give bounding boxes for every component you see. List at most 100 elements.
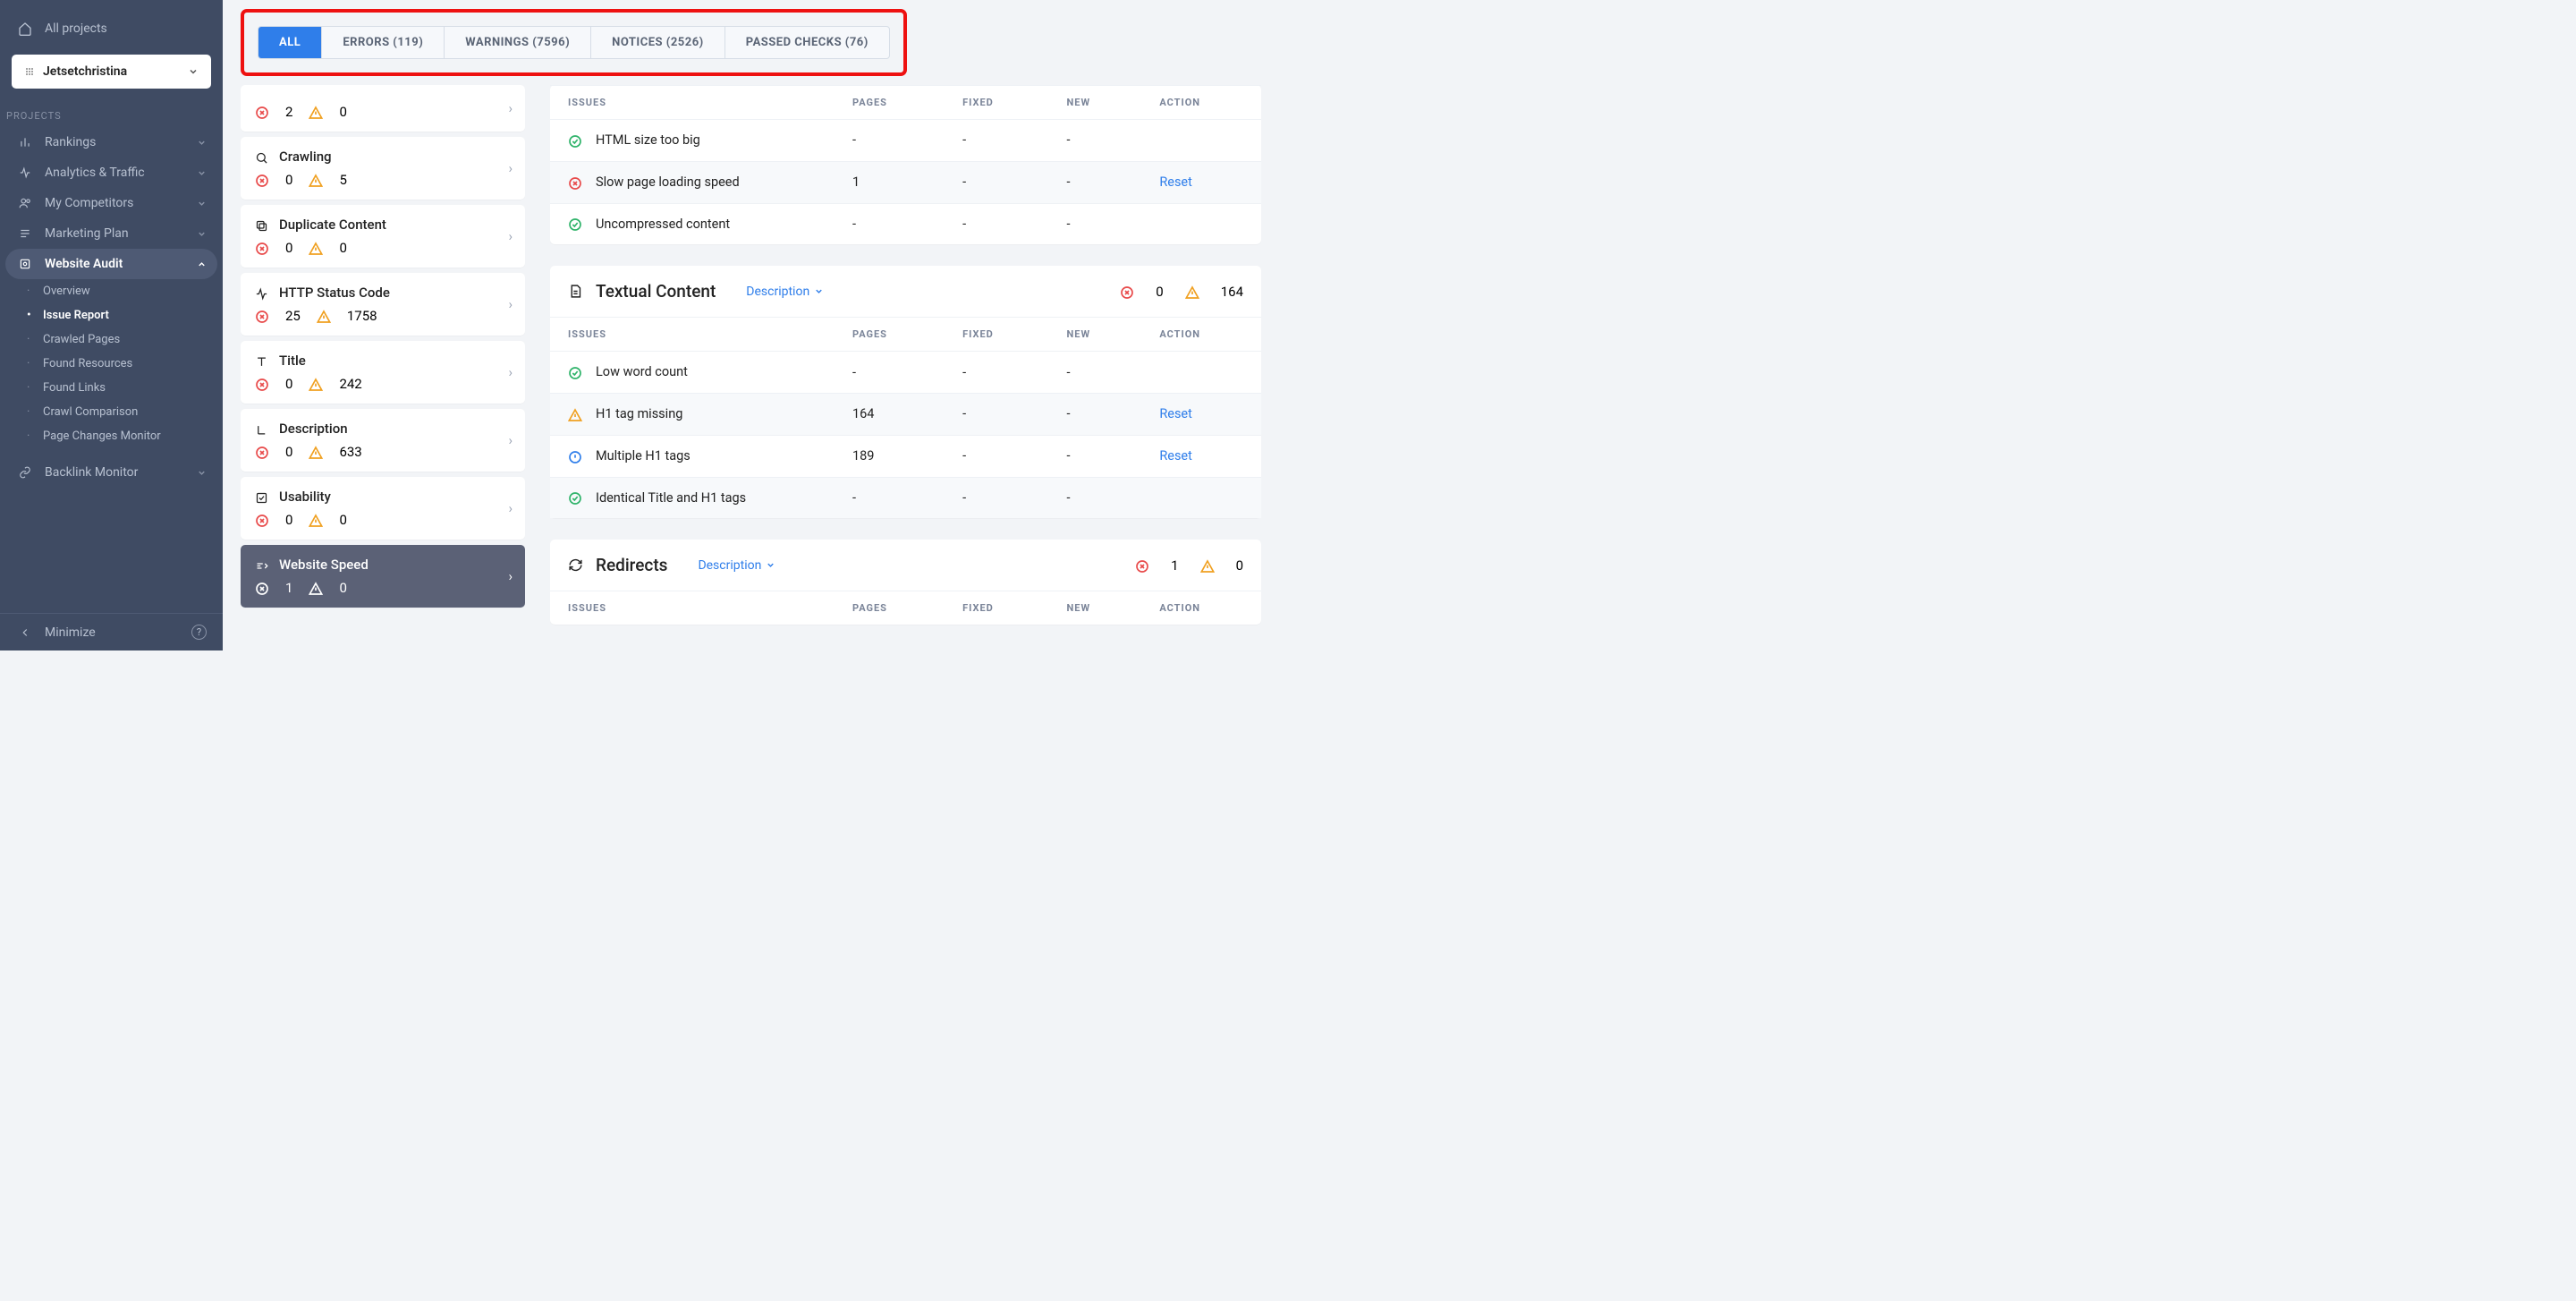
reset-link[interactable]: Reset	[1159, 174, 1192, 190]
category-title: Description	[279, 421, 348, 437]
category-icon	[255, 149, 268, 165]
subnav-crawled-pages[interactable]: Crawled Pages	[0, 327, 223, 352]
category-card[interactable]: Duplicate Content 0 0 ›	[241, 205, 525, 268]
sidebar-label: Marketing Plan	[45, 226, 129, 241]
sidebar-item-marketing[interactable]: Marketing Plan	[0, 218, 223, 249]
error-icon	[255, 444, 269, 460]
error-icon	[255, 512, 269, 528]
issues-table: ISSUES PAGES FIXED NEW ACTION Low word c…	[550, 317, 1261, 518]
tab-warnings[interactable]: WARNINGS (7596)	[445, 27, 591, 58]
warning-count: 0	[339, 512, 346, 528]
help-icon[interactable]: ?	[191, 625, 207, 640]
warning-count: 0	[339, 104, 346, 120]
minimize-label: Minimize	[45, 625, 96, 640]
category-card[interactable]: Usability 0 0 ›	[241, 477, 525, 540]
warning-icon	[309, 444, 323, 460]
subnav-issue-report[interactable]: Issue Report	[0, 303, 223, 327]
pulse-icon	[16, 166, 34, 179]
pages-cell: 189	[835, 435, 945, 477]
warning-icon	[309, 104, 323, 120]
warning-count: 5	[339, 172, 346, 188]
new-cell: -	[1049, 352, 1142, 394]
issue-name: HTML size too big	[596, 132, 700, 148]
col-fixed: FIXED	[945, 591, 1048, 625]
chevron-right-icon: ›	[508, 160, 513, 176]
subnav-found-links[interactable]: Found Links	[0, 376, 223, 400]
category-title: Crawling	[279, 149, 332, 165]
category-icon	[255, 353, 268, 369]
sidebar-item-rankings[interactable]: Rankings	[0, 127, 223, 157]
issue-name: Multiple H1 tags	[596, 448, 691, 463]
col-pages: PAGES	[835, 318, 945, 352]
fixed-cell: -	[945, 394, 1048, 436]
category-icon	[255, 421, 268, 437]
category-card[interactable]: Website Speed 1 0 ›	[241, 545, 525, 608]
subnav-found-resources[interactable]: Found Resources	[0, 352, 223, 376]
reset-link[interactable]: Reset	[1159, 448, 1192, 463]
pages-cell: -	[835, 203, 945, 244]
error-icon	[255, 308, 269, 324]
status-icon	[568, 133, 583, 149]
category-card[interactable]: 2 0 ›	[241, 85, 525, 132]
chevron-down-icon	[197, 166, 207, 180]
col-new: NEW	[1049, 86, 1142, 120]
col-fixed: FIXED	[945, 318, 1048, 352]
category-title: HTTP Status Code	[279, 285, 390, 301]
error-count: 0	[285, 512, 292, 528]
category-card[interactable]: HTTP Status Code 25 1758 ›	[241, 273, 525, 336]
col-issues: ISSUES	[550, 591, 835, 625]
fixed-cell: -	[945, 477, 1048, 518]
chevron-down-icon	[197, 226, 207, 241]
status-icon	[568, 174, 583, 190]
warning-icon	[309, 240, 323, 256]
sub-label: Overview	[43, 285, 90, 298]
warning-count: 0	[339, 240, 346, 256]
issue-row: Multiple H1 tags 189 - - Reset	[550, 435, 1261, 477]
project-picker[interactable]: Jetsetchristina	[12, 55, 211, 89]
sidebar-label: Website Audit	[45, 257, 123, 271]
error-count: 0	[285, 240, 292, 256]
grip-icon	[24, 64, 35, 79]
sidebar-item-backlink[interactable]: Backlink Monitor	[0, 457, 223, 488]
error-count: 0	[285, 172, 292, 188]
category-card[interactable]: Crawling 0 5 ›	[241, 137, 525, 200]
category-card[interactable]: Title 0 242 ›	[241, 341, 525, 404]
tab-passed[interactable]: PASSED CHECKS (76)	[725, 27, 889, 58]
subnav-page-changes[interactable]: Page Changes Monitor	[0, 424, 223, 448]
tab-notices[interactable]: NOTICES (2526)	[591, 27, 725, 58]
issue-name: Low word count	[596, 364, 688, 379]
panel-error-count: 1	[1171, 557, 1178, 574]
subnav-overview[interactable]: Overview	[0, 279, 223, 303]
col-fixed: FIXED	[945, 86, 1048, 120]
minimize-button[interactable]: Minimize ?	[0, 613, 223, 650]
issue-name: Identical Title and H1 tags	[596, 490, 746, 506]
link-icon	[16, 466, 34, 479]
filter-tabs: ALL ERRORS (119) WARNINGS (7596) NOTICES…	[258, 26, 890, 59]
chevron-down-icon	[188, 64, 199, 79]
category-card[interactable]: Description 0 633 ›	[241, 409, 525, 472]
sidebar-label: Rankings	[45, 135, 96, 149]
description-dropdown[interactable]: Description	[746, 285, 824, 299]
tab-errors[interactable]: ERRORS (119)	[322, 27, 445, 58]
tab-all[interactable]: ALL	[258, 27, 322, 58]
sidebar-item-analytics[interactable]: Analytics & Traffic	[0, 157, 223, 188]
sub-label: Issue Report	[43, 309, 109, 322]
all-projects-link[interactable]: All projects	[0, 13, 223, 44]
sidebar-label: My Competitors	[45, 196, 133, 210]
sidebar-item-competitors[interactable]: My Competitors	[0, 188, 223, 218]
warning-icon	[309, 172, 323, 188]
chevron-down-icon	[197, 135, 207, 149]
error-icon	[255, 172, 269, 188]
pages-cell: -	[835, 120, 945, 162]
panel-icon	[568, 557, 583, 573]
warning-icon	[309, 376, 323, 392]
description-dropdown[interactable]: Description	[698, 558, 775, 573]
chevron-right-icon: ›	[508, 296, 513, 312]
chevron-right-icon: ›	[508, 228, 513, 244]
sidebar-item-audit[interactable]: Website Audit	[5, 249, 217, 279]
subnav-crawl-comparison[interactable]: Crawl Comparison	[0, 400, 223, 424]
error-icon	[255, 240, 269, 256]
sub-label: Found Links	[43, 381, 106, 395]
status-icon	[568, 217, 583, 232]
reset-link[interactable]: Reset	[1159, 406, 1192, 421]
